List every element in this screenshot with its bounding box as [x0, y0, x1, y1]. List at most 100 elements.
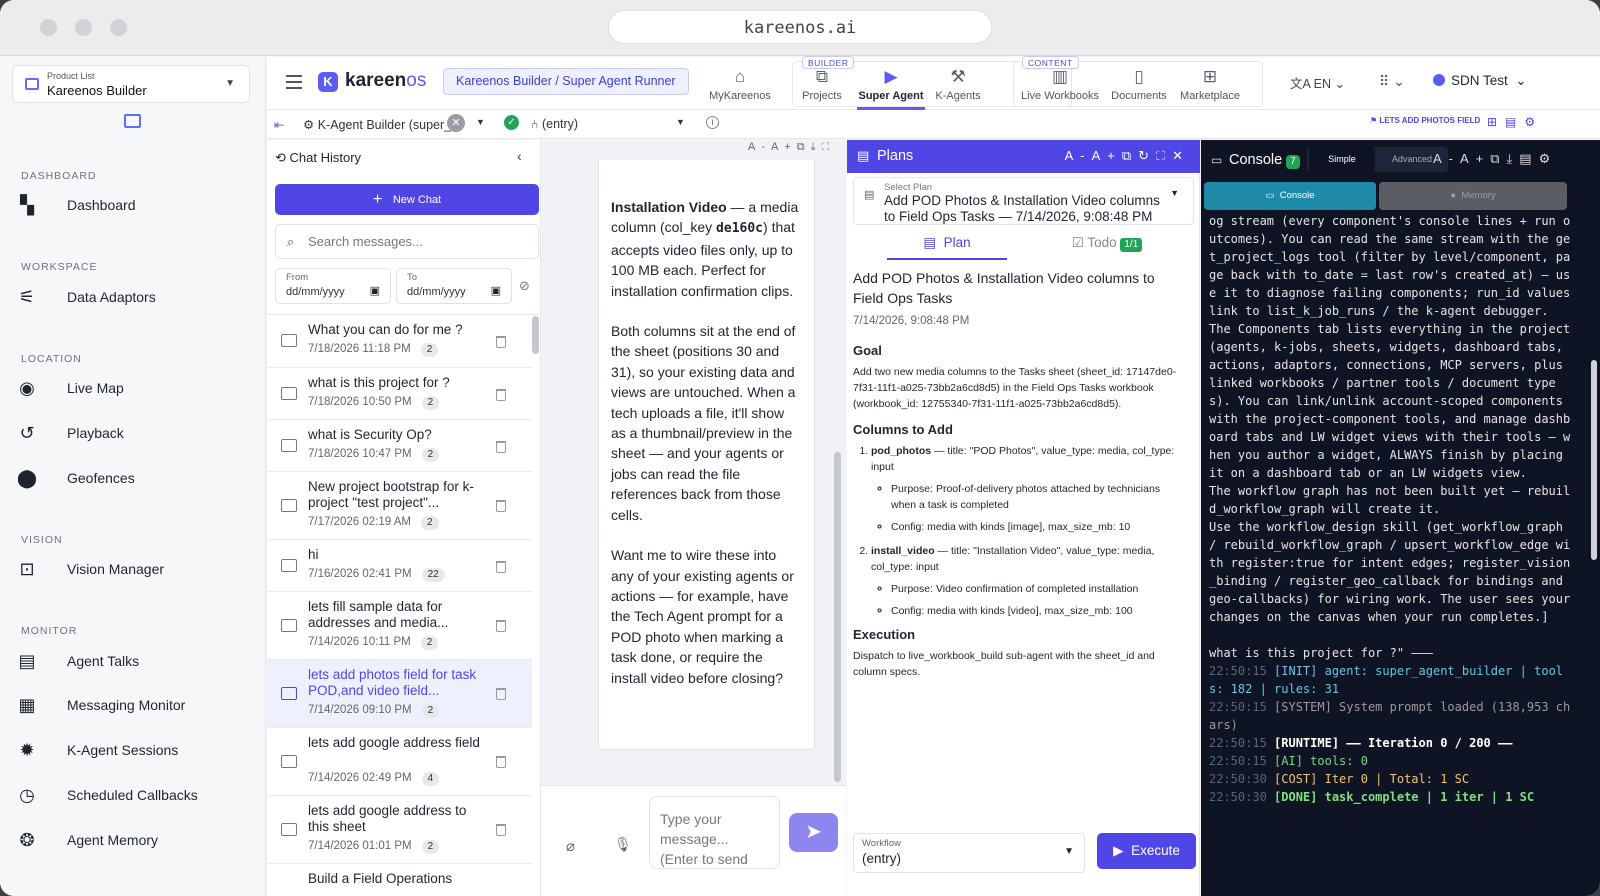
bug-icon: ✹ [19, 739, 35, 760]
mode-simple[interactable]: Simple [1309, 147, 1375, 172]
to-date-field[interactable]: To dd/mm/yyyy ▣ [396, 268, 512, 304]
attach-icon[interactable]: ⌀ [566, 837, 575, 855]
nav-live-workbooks[interactable]: ▥ Live Workbooks [1019, 57, 1101, 110]
chat-list-item-selected[interactable]: lets add photos field for task POD,and v… [267, 660, 532, 728]
sidebar-item-k-agent-sessions[interactable]: ✹ K-Agent Sessions [16, 735, 252, 765]
agent-select[interactable]: ⚙ K-Agent Builder (super_ [303, 117, 451, 132]
chevron-down-icon[interactable]: ▼ [476, 117, 485, 127]
breadcrumb[interactable]: Kareenos Builder / Super Agent Runner [443, 68, 689, 95]
url-bar[interactable]: kareenos.ai [608, 10, 992, 44]
chevron-down-icon: ▼ [225, 78, 235, 89]
trash-icon[interactable] [496, 824, 506, 836]
console-mode-toggle[interactable]: Simple Advanced [1307, 147, 1448, 172]
location-pin-icon: ⬤ [16, 467, 38, 488]
chat-icon [281, 387, 297, 400]
from-date-field[interactable]: From dd/mm/yyyy ▣ [275, 268, 391, 304]
trash-icon[interactable] [496, 561, 506, 573]
sidebar-item-data-adaptors[interactable]: ⚟ Data Adaptors [16, 282, 252, 312]
calendar-icon[interactable]: ▣ [491, 284, 501, 297]
tab-plan[interactable]: ▤ Plan [887, 232, 1007, 260]
select-plan-dropdown[interactable]: ▤ Select Plan Add POD Photos & Installat… [853, 177, 1194, 225]
nav-projects[interactable]: ⧉ Projects [792, 57, 852, 110]
nav-super-agent[interactable]: ▶ Super Agent [857, 57, 925, 110]
nav-mykareenos[interactable]: ⌂ MyKareenos [707, 57, 773, 110]
collapse-panel-icon[interactable]: ⇤ [274, 117, 284, 132]
message-paragraph: Installation Video — a media column (col… [611, 199, 799, 299]
chat-list-item[interactable]: hi 7/16/2026 02:41 PM 22 [267, 540, 532, 592]
collapse-history-icon[interactable]: ‹ [517, 148, 522, 164]
nav-documents[interactable]: ▯ Documents [1109, 57, 1169, 110]
chat-scrollbar[interactable] [834, 452, 841, 782]
workflow-select[interactable]: Workflow (entry) ▼ [853, 833, 1085, 873]
message-input[interactable]: Type your message... (Enter to send [649, 796, 780, 869]
store-icon: ⊞ [1202, 67, 1218, 86]
product-list-value: Kareenos Builder [47, 83, 147, 98]
window-maximize-dot[interactable] [110, 19, 127, 36]
chevron-down-icon[interactable]: ▼ [676, 117, 685, 127]
nav-marketplace[interactable]: ⊞ Marketplace [1175, 57, 1245, 110]
trash-icon[interactable] [496, 389, 506, 401]
sidebar-item-playback[interactable]: ↺ Playback [16, 418, 252, 448]
trash-icon[interactable] [496, 756, 506, 768]
history-scrollbar[interactable] [532, 316, 539, 354]
trash-icon[interactable] [496, 620, 506, 632]
product-icon [25, 78, 39, 90]
agent-toolbar: ⇤ ⚙ K-Agent Builder (super_ ✕ ▼ ✓ ⑃ (ent… [267, 110, 1600, 139]
sidebar-toggle-icon[interactable] [124, 114, 141, 128]
chat-list-item[interactable]: lets add google address field 7/14/2026 … [267, 728, 532, 796]
user-menu[interactable]: SDN Test ⌄ [1433, 73, 1527, 89]
chat-list-item[interactable]: lets add google address to this sheet 7/… [267, 796, 532, 864]
sidebar-item-messaging-monitor[interactable]: ▦ Messaging Monitor [16, 690, 252, 720]
console-header-icons[interactable]: A-A+⧉⤓▤⚙ [1433, 151, 1557, 167]
toolbar-action-icons[interactable]: ⊞▤⚙ [1487, 115, 1543, 129]
product-list-label: Product List [47, 71, 95, 81]
sidebar-item-scheduled-callbacks[interactable]: ◷ Scheduled Callbacks [16, 780, 252, 810]
chat-list-item[interactable]: what is Security Op? 7/18/2026 10:47 PM 2 [267, 420, 532, 472]
entry-select[interactable]: ⑃ (entry) [531, 117, 578, 131]
console-scrollbar[interactable] [1591, 360, 1597, 560]
trash-icon[interactable] [496, 688, 506, 700]
execute-button[interactable]: ▶ Execute [1097, 833, 1196, 869]
sidebar-item-geofences[interactable]: ⬤ Geofences [16, 463, 252, 493]
sidebar-item-live-map[interactable]: ◉ Live Map [16, 373, 252, 403]
sidebar-item-agent-memory[interactable]: ❂ Agent Memory [16, 825, 252, 855]
trash-icon[interactable] [496, 441, 506, 453]
product-list-select[interactable]: Product List Kareenos Builder ▼ [12, 65, 250, 103]
microphone-icon[interactable]: 🎙 [614, 836, 632, 853]
clear-filter-icon[interactable]: ⊘ [519, 278, 530, 294]
window-close-dot[interactable] [40, 19, 57, 36]
chat-list-item[interactable]: What you can do for me ? 7/18/2026 11:18… [267, 315, 532, 368]
send-button[interactable]: ➤ [789, 813, 838, 852]
trash-icon[interactable] [496, 500, 506, 512]
apps-grid-icon[interactable]: ⠿ ⌄ [1379, 73, 1405, 90]
clear-agent-icon[interactable]: ✕ [447, 114, 465, 132]
language-select[interactable]: 文A EN ⌄ [1290, 73, 1345, 92]
calendar-icon[interactable]: ▣ [370, 284, 380, 297]
session-badge[interactable]: ⚑ LETS ADD PHOTOS FIELD [1370, 116, 1480, 125]
new-chat-button[interactable]: + New Chat [275, 184, 539, 215]
sidebar-item-agent-talks[interactable]: ▤ Agent Talks [16, 646, 252, 676]
chat-icon [281, 559, 297, 572]
nav-k-agents[interactable]: ⚒ K-Agents [931, 57, 985, 110]
menu-icon[interactable] [286, 75, 302, 93]
tab-todo[interactable]: ☑ Todo 1/1 [1057, 232, 1157, 260]
sidebar-item-dashboard[interactable]: ▚ Dashboard [16, 190, 252, 220]
section-dashboard: DASHBOARD [21, 170, 97, 182]
info-icon[interactable]: i [706, 116, 719, 129]
plans-icon: ▤ [857, 148, 870, 163]
plan-title: Add POD Photos & Installation Video colu… [853, 270, 1155, 306]
sidebar-item-vision-manager[interactable]: ⊡ Vision Manager [16, 554, 252, 584]
trash-icon[interactable] [496, 336, 506, 348]
chat-list-item[interactable]: Build a Field Operations [267, 864, 532, 896]
message-count-badge: 2 [421, 704, 440, 718]
plans-header-icons[interactable]: A-A+⧉↻⛶✕ [1065, 148, 1190, 164]
chat-list-item[interactable]: lets fill sample data for addresses and … [267, 592, 532, 660]
chat-toolbar-icons[interactable]: A-A+⧉⤓⛶ [748, 141, 835, 154]
chat-list-item[interactable]: New project bootstrap for k-project "tes… [267, 472, 532, 540]
window-minimize-dot[interactable] [75, 19, 92, 36]
search-messages-input[interactable]: ⌕ Search messages... [275, 224, 539, 259]
replay-icon: ↺ [19, 422, 35, 443]
chat-list-item[interactable]: what is this project for ? 7/18/2026 10:… [267, 368, 532, 420]
tab-console[interactable]: ▭ Console [1204, 182, 1376, 210]
tab-memory[interactable]: ● Memory [1379, 182, 1567, 210]
